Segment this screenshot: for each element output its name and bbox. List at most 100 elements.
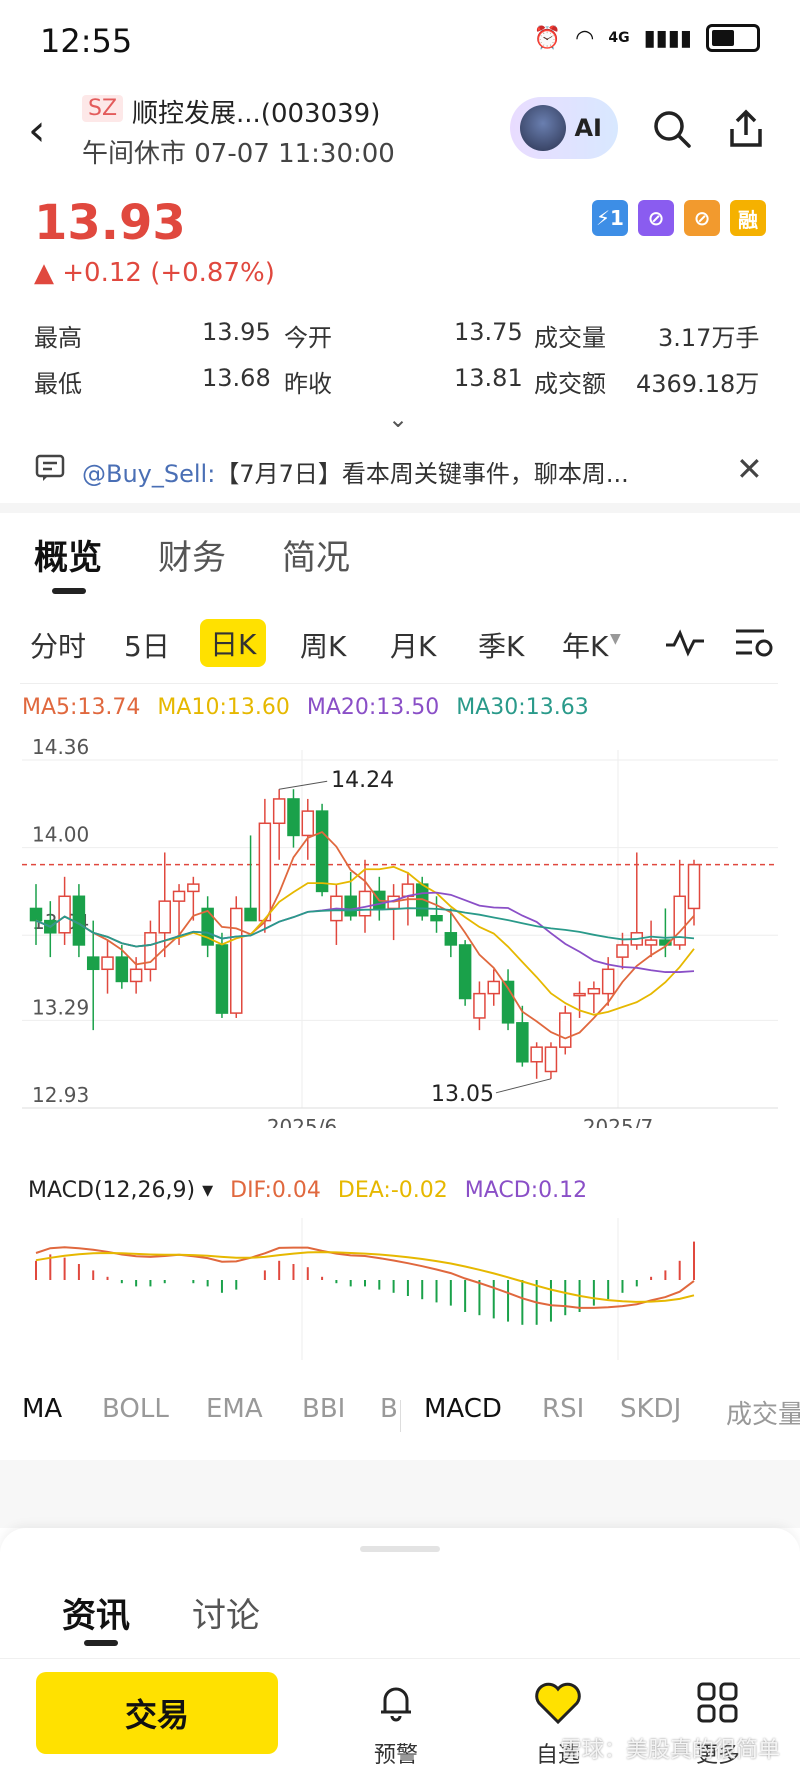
period-intraday[interactable]: 分时 [30,625,86,665]
margin-icon[interactable]: ⊘ [684,200,720,236]
candle [644,939,658,946]
ai-orb-icon [520,105,566,151]
network-label: 4G [608,30,630,46]
stat-value: 3.17万手 [658,324,760,352]
ind-b[interactable]: B [380,1394,398,1424]
ind-macd[interactable]: MACD [424,1394,502,1424]
drag-handle[interactable] [360,1546,440,1552]
y-tick-label: 14.00 [32,823,89,847]
notice-bar[interactable]: @Buy_Sell:【7月7日】看本周关键事件，聊本周... ✕ [0,440,800,500]
tab-news[interactable]: 资讯 [62,1588,130,1637]
period-yearly[interactable]: 年K [562,625,608,665]
candle [215,944,229,1014]
stat-row: 最高 13.95 今开 13.75 成交量 3.17万手 [34,318,774,364]
ind-rsi[interactable]: RSI [542,1394,584,1424]
macd-value-label: MACD:0.12 [464,1178,588,1203]
price-change: ▲ +0.12 (+0.87%) [34,258,275,288]
heart-icon [508,1680,608,1737]
tab-discussion[interactable]: 讨论 [192,1588,260,1637]
divider [400,1400,401,1432]
stat-label: 成交额 [534,370,606,398]
candle [344,895,357,917]
stock-name: 顺控发展...(003039) [132,99,381,129]
search-icon[interactable] [650,107,694,160]
candle [530,1046,543,1063]
grid-icon [668,1680,768,1737]
ind-ma[interactable]: MA [22,1394,62,1424]
ind-bbi[interactable]: BBI [302,1394,345,1424]
notice-user[interactable]: @Buy_Sell: [82,460,215,488]
candle [516,1022,529,1063]
kline-chart[interactable]: 14.3614.0013.6413.2912.932025/62025/714.… [0,728,800,1128]
ma-legend: MA5:13.74 MA10:13.60 MA20:13.50 MA30:13.… [22,695,599,720]
alert-button[interactable]: 预警 [346,1680,446,1769]
candle [301,810,315,837]
dea-label: DEA:-0.02 [337,1178,448,1203]
restricted-icon[interactable]: ⊘ [638,200,674,236]
dropdown-icon[interactable]: ▼ [610,631,621,647]
financing-badge[interactable]: 融 [730,200,766,236]
ma20-label: MA20:13.50 [306,695,440,720]
market-tag: SZ [82,95,124,122]
stat-label: 昨收 [284,370,332,398]
status-bar: 12:55 ⏰ ◠ 4G ▮▮▮▮ [0,0,800,80]
candle [287,798,300,837]
period-5day[interactable]: 5日 [124,625,170,665]
share-icon[interactable] [724,107,768,160]
ind-skdj[interactable]: SKDJ [620,1394,681,1424]
stat-value: 4369.18万 [636,370,760,398]
close-icon[interactable]: ✕ [736,450,763,488]
indicator-tabs: MA BOLL EMA BBI B MACD RSI SKDJ 成交量 [0,1388,800,1444]
stat-label: 最高 [34,324,82,352]
alert-label: 预警 [373,1743,418,1768]
chart-settings-icon[interactable] [734,625,774,665]
notice-content: 【7月7日】看本周关键事件，聊本周... [215,460,629,488]
tab-overview[interactable]: 概览 [34,530,102,579]
ai-button[interactable]: AI [510,97,618,159]
candle [258,822,272,922]
tab-profile[interactable]: 简况 [282,530,350,579]
macd-chart[interactable] [0,1210,800,1370]
back-icon[interactable]: ‹ [28,105,46,156]
period-monthly[interactable]: 月K [390,625,436,665]
candle [172,890,186,902]
divider [0,503,800,513]
ind-volume[interactable]: 成交量 [726,1394,800,1431]
x-tick-label: 2025/7 [583,1115,653,1128]
expand-chevron-icon[interactable]: ⌄ [388,405,408,433]
news-tab-indicator [84,1640,118,1646]
status-icons: ⏰ ◠ 4G ▮▮▮▮ [534,24,760,52]
trade-button[interactable]: 交易 [36,1672,278,1754]
candle [358,890,372,917]
period-daily[interactable]: 日K [200,619,267,667]
candle [458,944,472,1000]
ind-ema[interactable]: EMA [206,1394,263,1424]
dif-label: DIF:0.04 [230,1178,321,1203]
candle [616,944,629,958]
candle [559,1012,572,1048]
bell-icon [346,1680,446,1737]
candle [601,968,615,995]
period-weekly[interactable]: 周K [300,625,346,665]
chart-style-icon[interactable] [664,625,706,663]
candle [187,883,200,893]
ma5-label: MA5:13.74 [22,695,141,720]
tab-finance[interactable]: 财务 [158,530,226,579]
y-tick-label: 12.93 [32,1083,89,1107]
main-tabs: 概览 财务 简况 [0,520,800,600]
macd-title[interactable]: MACD(12,26,9) ▾ [28,1178,213,1203]
stat-value: 13.68 [202,364,271,392]
notice-text[interactable]: @Buy_Sell:【7月7日】看本周关键事件，聊本周... [82,454,629,489]
quick-trade-icon[interactable]: ⚡1 [592,200,628,236]
x-tick-label: 2025/6 [267,1115,337,1128]
ind-boll[interactable]: BOLL [102,1394,169,1424]
y-tick-label: 13.29 [32,995,89,1019]
high-annotation: 14.24 [331,768,394,793]
candle [587,988,601,995]
candle [58,895,71,934]
comment-icon [34,452,66,488]
candle [430,914,443,922]
stat-label: 最低 [34,370,82,398]
period-quarterly[interactable]: 季K [478,625,524,665]
candle [86,956,100,971]
